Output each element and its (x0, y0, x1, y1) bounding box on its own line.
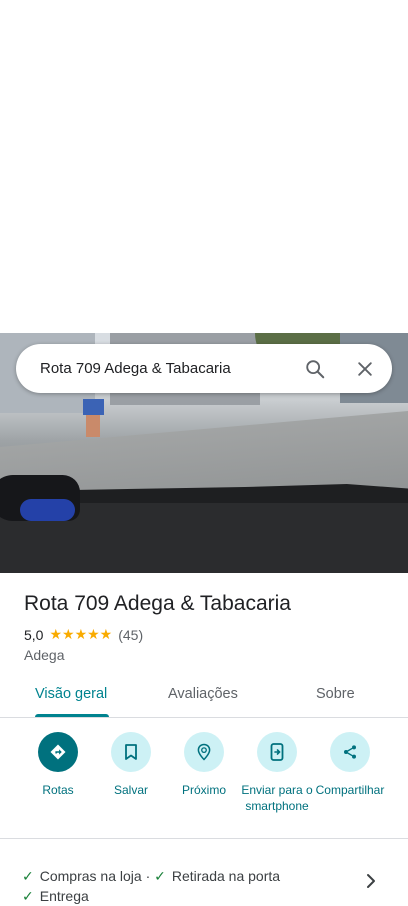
search-icon[interactable] (304, 358, 326, 380)
action-buttons: Rotas Salvar Próximo Enviar para o smart… (0, 732, 408, 832)
tab-bar: Visão geral Avaliações Sobre (0, 673, 408, 718)
share-label: Compartilhar (315, 783, 385, 797)
check-icon: ✓ (154, 868, 166, 884)
check-icon: ✓ (22, 888, 34, 904)
tab-active-indicator (35, 714, 109, 717)
service-separator: · (145, 868, 151, 884)
save-label: Salvar (113, 783, 148, 797)
map-area[interactable] (0, 0, 408, 333)
section-divider (0, 838, 408, 839)
nearby-label: Próximo (181, 783, 226, 797)
directions-icon (38, 732, 78, 772)
save-button[interactable]: Salvar (93, 732, 169, 798)
photo-object-blue (20, 499, 75, 521)
rating-stars: ★★★★★ (49, 626, 113, 642)
rating-value: 5,0 (24, 626, 44, 643)
share-icon (330, 732, 370, 772)
service-item: ✓ Entrega (22, 888, 89, 904)
directions-button[interactable]: Rotas (20, 732, 96, 798)
share-button[interactable]: Compartilhar (312, 732, 388, 798)
rating-row[interactable]: 5,0 ★★★★★ (45) (24, 626, 143, 643)
place-title: Rota 709 Adega & Tabacaria (24, 592, 291, 615)
place-category[interactable]: Adega (24, 647, 64, 663)
bookmark-icon (111, 732, 151, 772)
service-item: ✓ Retirada na porta (154, 868, 281, 884)
tab-reviews[interactable]: Avaliações (168, 686, 238, 702)
nearby-icon (184, 732, 224, 772)
chevron-right-icon[interactable] (364, 873, 378, 889)
search-bar[interactable]: Rota 709 Adega & Tabacaria (16, 344, 392, 393)
directions-label: Rotas (42, 783, 74, 797)
send-to-phone-button[interactable]: Enviar para o smartphone (239, 732, 315, 814)
tab-overview[interactable]: Visão geral (35, 686, 107, 702)
send-to-phone-label: Enviar para o smartphone (241, 783, 313, 813)
review-count: (45) (118, 626, 144, 643)
check-icon: ✓ (22, 868, 34, 884)
send-to-phone-icon (257, 732, 297, 772)
tab-about[interactable]: Sobre (316, 686, 355, 702)
service-options[interactable]: ✓ Compras na loja · ✓ Retirada na porta ✓ E… (22, 866, 372, 906)
service-item: ✓ Compras na loja (22, 868, 142, 884)
nearby-button[interactable]: Próximo (166, 732, 242, 798)
photo-person-shorts (83, 399, 104, 415)
close-icon[interactable] (355, 359, 375, 379)
search-input[interactable]: Rota 709 Adega & Tabacaria (40, 360, 392, 377)
